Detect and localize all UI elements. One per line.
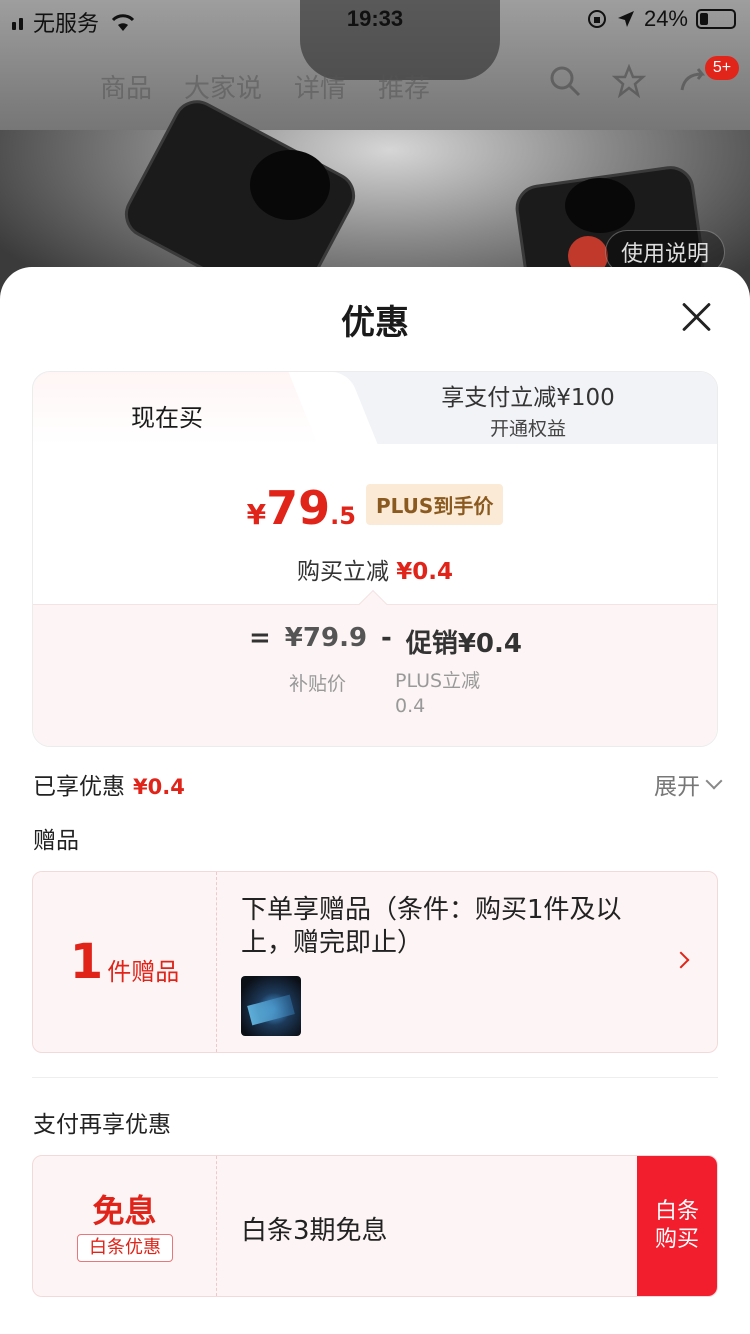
payment-offer-tag: 白条优惠 [77, 1234, 173, 1262]
tab-details[interactable]: 详情 [294, 68, 346, 105]
close-icon[interactable] [680, 301, 712, 333]
gift-thumbnail[interactable] [241, 976, 301, 1036]
payment-offer-badge: 免息 白条优惠 [33, 1156, 217, 1296]
instant-cut-row: 购买立减 ¥0.4 [33, 552, 717, 586]
instant-cut-label: 购买立减 [296, 559, 389, 585]
tab-reviews[interactable]: 大家说 [184, 68, 262, 105]
location-arrow-icon [617, 11, 634, 27]
price-card: 现在买 享支付立减¥100 开通权益 ¥79.5 PLUS到手价 购买立减 ¥0… [32, 371, 718, 747]
final-price: ¥79.5 [246, 481, 356, 535]
earbud-right-tip [565, 178, 635, 233]
tab-plus-line2: 开通权益 [489, 418, 566, 440]
payment-section-title: 支付再享优惠 [33, 1112, 171, 1138]
enjoyed-discount: 已享优惠 ¥0.4 [33, 774, 185, 800]
price-tab-strip: 现在买 享支付立减¥100 开通权益 [33, 372, 717, 444]
discount-sheet: 优惠 现在买 享支付立减¥100 开通权益 ¥79.5 PLUS到手价 购买立减… [0, 267, 750, 1334]
battery-percent: 24% [643, 6, 688, 31]
divider [32, 1077, 718, 1078]
baitiao-buy-button[interactable]: 白条购买 [637, 1156, 717, 1296]
tab-buy-now[interactable]: 现在买 [33, 372, 333, 444]
tab-plus-line1: 享支付立减¥100 [441, 385, 615, 411]
subsidy-price-label: 补贴价 [289, 673, 347, 695]
chevron-down-icon [705, 772, 723, 790]
tab-recommend[interactable]: 推荐 [378, 68, 430, 105]
battery-icon [696, 9, 736, 29]
chevron-right-icon [672, 951, 690, 969]
orientation-lock-icon [587, 10, 606, 28]
plus-cut-note: PLUS立减 0.4 [395, 670, 481, 717]
message-badge: 5+ [705, 56, 739, 80]
price-formula: = ¥79.9 - 促销¥0.4 [249, 623, 522, 660]
enjoyed-discount-value: ¥0.4 [133, 775, 185, 799]
product-nav-icons [548, 64, 710, 98]
status-bar: 无服务 19:33 24% [0, 0, 750, 40]
gifts-section-title: 赠品 [33, 828, 79, 854]
expand-button[interactable]: 展开 [654, 767, 723, 801]
final-price-row: ¥79.5 PLUS到手价 [33, 484, 717, 531]
sheet-title: 优惠 [341, 303, 409, 343]
gift-description: 下单享赠品（条件：购买1件及以上，赠完即止） [241, 895, 622, 958]
payment-offer-card: 免息 白条优惠 白条3期免息 白条购买 [32, 1155, 718, 1297]
search-icon[interactable] [548, 64, 582, 98]
gift-card[interactable]: 1 件赠品 下单享赠品（条件：购买1件及以上，赠完即止） [32, 871, 718, 1053]
gift-count: 1 件赠品 [33, 872, 217, 1052]
price-breakdown: = ¥79.9 - 促销¥0.4 补贴价 PLUS立减 0.4 [33, 589, 717, 746]
plus-price-badge: PLUS到手价 [365, 484, 504, 525]
product-nav-tabs: 商品 大家说 详情 推荐 [100, 68, 430, 105]
tab-goods[interactable]: 商品 [100, 68, 152, 105]
instant-cut-value: ¥0.4 [396, 559, 454, 585]
tab-buy-now-label: 现在买 [131, 404, 203, 432]
earbud-left-tip [250, 150, 330, 220]
formula-subsidy-price: ¥79.9 [284, 623, 368, 653]
favorite-star-icon[interactable] [612, 64, 646, 98]
payment-offer-description: 白条3期免息 [241, 1216, 388, 1246]
tab-plus-benefit[interactable]: 享支付立减¥100 开通权益 [343, 378, 713, 441]
formula-promo: 促销¥0.4 [405, 629, 522, 659]
formula-minus: - [381, 623, 392, 653]
formula-equals: = [249, 623, 271, 653]
